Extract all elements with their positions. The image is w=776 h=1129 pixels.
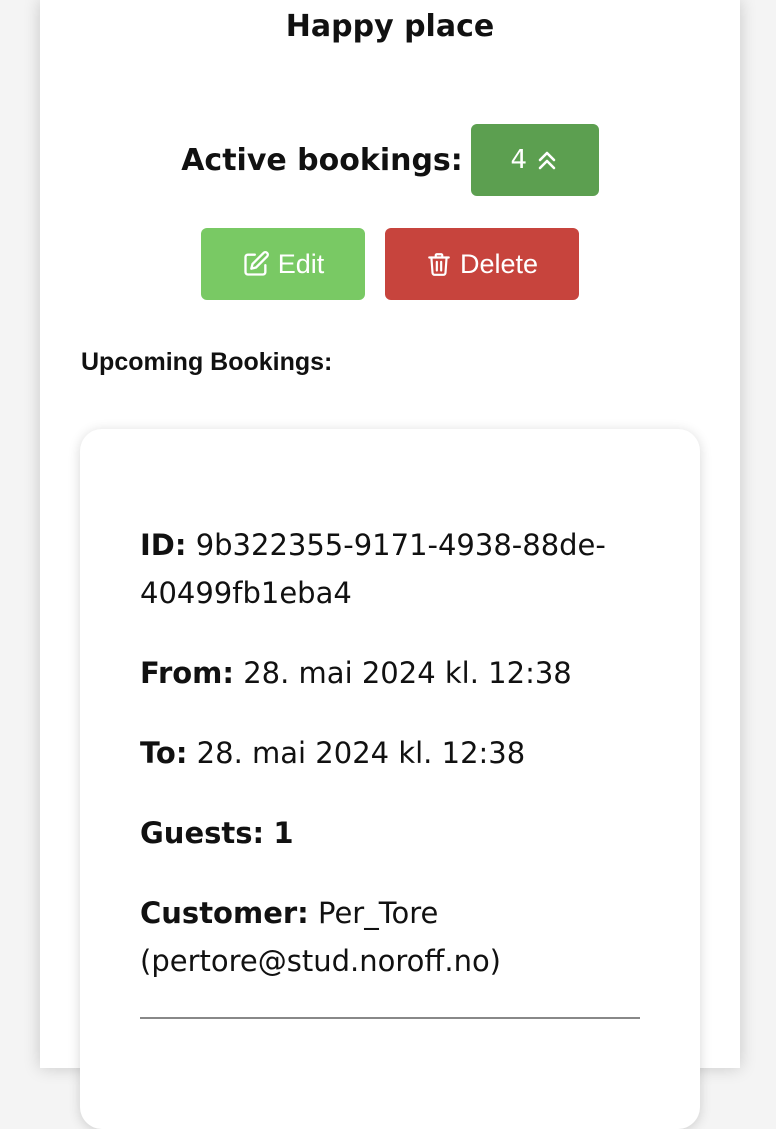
active-bookings-count: 4: [510, 145, 528, 175]
booking-to-value: 28. mai 2024 kl. 12:38: [196, 736, 526, 770]
booking-id-value: 9b322355-9171-4938-88de-40499fb1eba4: [140, 528, 606, 610]
upcoming-bookings-heading: Upcoming Bookings:: [81, 348, 333, 376]
booking-guests-value: 1: [273, 816, 294, 850]
edit-button[interactable]: Edit: [201, 228, 365, 300]
booking-id-label: ID:: [140, 528, 187, 562]
venue-title: Happy place: [285, 9, 495, 44]
booking-divider: [140, 1017, 640, 1019]
booking-from: From: 28. mai 2024 kl. 12:38: [140, 649, 640, 697]
booking-to-label: To:: [140, 736, 188, 770]
booking-id: ID: 9b322355-9171-4938-88de-40499fb1eba4: [140, 521, 640, 617]
delete-button-label: Delete: [459, 248, 539, 279]
venue-panel: Happy place Active bookings: 4 Edit Dele…: [40, 0, 740, 1129]
booking-to: To: 28. mai 2024 kl. 12:38: [140, 729, 640, 777]
delete-button[interactable]: Delete: [385, 228, 579, 300]
booking-card: ID: 9b322355-9171-4938-88de-40499fb1eba4…: [80, 429, 700, 1129]
active-bookings-row: Active bookings: 4: [40, 124, 740, 196]
active-bookings-toggle-button[interactable]: 4: [470, 124, 599, 196]
booking-from-label: From:: [140, 656, 234, 690]
booking-customer-label: Customer:: [140, 896, 309, 930]
active-bookings-label: Active bookings:: [181, 142, 463, 178]
booking-guests-label: Guests:: [140, 816, 265, 850]
booking-guests: Guests: 1: [140, 809, 640, 857]
trash-icon: [426, 250, 452, 278]
booking-details: ID: 9b322355-9171-4938-88de-40499fb1eba4…: [140, 521, 640, 1017]
venue-actions: Edit Delete: [40, 228, 740, 300]
edit-icon: [242, 250, 270, 278]
booking-customer: Customer: Per_Tore (pertore@stud.noroff.…: [140, 889, 640, 985]
chevrons-up-icon: [535, 148, 559, 172]
edit-button-label: Edit: [277, 248, 325, 279]
booking-from-value: 28. mai 2024 kl. 12:38: [243, 656, 572, 690]
